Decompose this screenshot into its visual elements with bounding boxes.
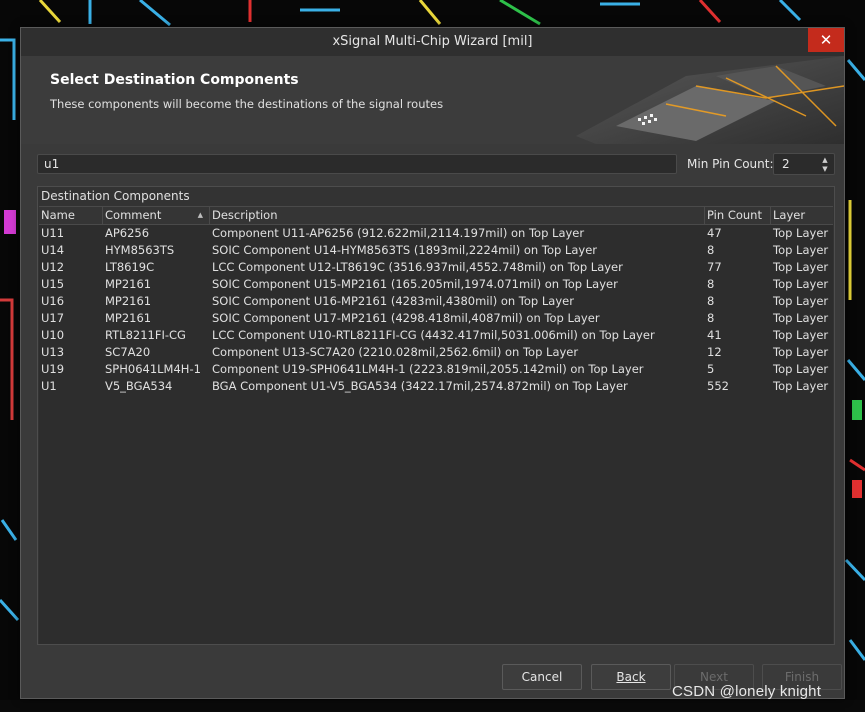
column-header-pin-count[interactable]: Pin Count [705, 207, 771, 224]
cell-layer: Top Layer [773, 277, 829, 291]
cell-name: U19 [41, 362, 65, 376]
cell-comment: MP2161 [105, 311, 152, 325]
table-row[interactable]: U14 HYM8563TS SOIC Component U14-HYM8563TS… [39, 242, 833, 259]
min-pin-count-label: Min Pin Count: [687, 157, 774, 171]
cell-description: SOIC Component U17-MP2161 (4298.418mil,4… [212, 311, 600, 325]
cell-pin-count: 12 [707, 345, 722, 359]
cell-description: Component U13-SC7A20 (2210.028mil,2562.6… [212, 345, 579, 359]
cell-comment: HYM8563TS [105, 243, 175, 257]
cell-pin-count: 8 [707, 277, 715, 291]
cell-layer: Top Layer [773, 328, 829, 342]
back-button-label: Back [616, 670, 646, 684]
cell-comment: SPH0641LM4H-1 [105, 362, 201, 376]
cell-layer: Top Layer [773, 345, 829, 359]
cell-name: U1 [41, 379, 57, 393]
cell-comment: MP2161 [105, 294, 152, 308]
cancel-button[interactable]: Cancel [502, 664, 582, 690]
cell-comment: AP6256 [105, 226, 150, 240]
sort-ascending-icon: ▲ [197, 211, 203, 219]
cell-layer: Top Layer [773, 243, 829, 257]
page-subtitle: These components will become the destina… [50, 97, 444, 111]
table-row[interactable]: U13 SC7A20 Component U13-SC7A20 (2210.028m… [39, 344, 833, 361]
cell-description: LCC Component U10-RTL8211FI-CG (4432.417… [212, 328, 655, 342]
table-row[interactable]: U11 AP6256 Component U11-AP6256 (912.622mi… [39, 225, 833, 242]
cell-name: U12 [41, 260, 65, 274]
wizard-dialog: xSignal Multi-Chip Wizard [mil] ✕ Select… [20, 27, 845, 699]
cell-description: LCC Component U12-LT8619C (3516.937mil,4… [212, 260, 623, 274]
csdn-watermark: CSDN @lonely knight [672, 683, 822, 700]
cell-pin-count: 552 [707, 379, 729, 393]
table-header: Name Comment ▲ Description Pin Count Lay… [39, 207, 833, 225]
table-row[interactable]: U12 LT8619C LCC Component U12-LT8619C (351… [39, 259, 833, 276]
min-pin-count-value: 2 [782, 157, 790, 171]
cell-name: U16 [41, 294, 65, 308]
column-header-comment[interactable]: Comment ▲ [103, 207, 210, 224]
min-pin-count-spinbox[interactable]: 2 ▲ ▼ [773, 153, 835, 175]
cell-comment: V5_BGA534 [105, 379, 173, 393]
cell-pin-count: 47 [707, 226, 722, 240]
wizard-header: Select Destination Components These comp… [21, 56, 844, 144]
cell-description: BGA Component U1-V5_BGA534 (3422.17mil,2… [212, 379, 628, 393]
column-header-comment-label: Comment [105, 208, 162, 222]
cell-description: SOIC Component U14-HYM8563TS (1893mil,22… [212, 243, 597, 257]
cell-description: SOIC Component U16-MP2161 (4283mil,4380m… [212, 294, 574, 308]
close-icon: ✕ [819, 31, 833, 49]
cell-name: U15 [41, 277, 65, 291]
column-header-description[interactable]: Description [210, 207, 705, 224]
cell-comment: LT8619C [105, 260, 155, 274]
page-title: Select Destination Components [50, 72, 299, 88]
cell-description: SOIC Component U15-MP2161 (165.205mil,19… [212, 277, 618, 291]
cell-pin-count: 8 [707, 311, 715, 325]
cell-pin-count: 41 [707, 328, 722, 342]
cell-name: U13 [41, 345, 65, 359]
search-input[interactable] [37, 154, 677, 174]
dialog-title: xSignal Multi-Chip Wizard [mil] [332, 34, 533, 49]
cell-layer: Top Layer [773, 294, 829, 308]
cell-layer: Top Layer [773, 379, 829, 393]
cell-description: Component U19-SPH0641LM4H-1 (2223.819mil… [212, 362, 644, 376]
table-row[interactable]: U16 MP2161 SOIC Component U16-MP2161 (4283… [39, 293, 833, 310]
cell-name: U14 [41, 243, 65, 257]
cell-name: U17 [41, 311, 65, 325]
chip-banner-image [576, 56, 844, 144]
cell-layer: Top Layer [773, 362, 829, 376]
components-table: Name Comment ▲ Description Pin Count Lay… [39, 206, 833, 644]
cell-comment: RTL8211FI-CG [105, 328, 186, 342]
table-row[interactable]: U10 RTL8211FI-CG LCC Component U10-RTL8211… [39, 327, 833, 344]
cell-name: U10 [41, 328, 65, 342]
cell-layer: Top Layer [773, 226, 829, 240]
cell-layer: Top Layer [773, 260, 829, 274]
table-row[interactable]: U17 MP2161 SOIC Component U17-MP2161 (4298… [39, 310, 833, 327]
cell-pin-count: 77 [707, 260, 722, 274]
spin-down-icon[interactable]: ▼ [820, 165, 830, 173]
cell-name: U11 [41, 226, 65, 240]
column-header-layer[interactable]: Layer [771, 207, 833, 224]
group-title: Destination Components [41, 189, 190, 203]
close-button[interactable]: ✕ [808, 28, 844, 52]
cell-comment: SC7A20 [105, 345, 151, 359]
cell-pin-count: 8 [707, 294, 715, 308]
cell-pin-count: 8 [707, 243, 715, 257]
table-row[interactable]: U19 SPH0641LM4H-1 Component U19-SPH0641LM4… [39, 361, 833, 378]
column-header-name[interactable]: Name [39, 207, 103, 224]
back-button[interactable]: Back [591, 664, 671, 690]
cell-description: Component U11-AP6256 (912.622mil,2114.19… [212, 226, 585, 240]
cell-layer: Top Layer [773, 311, 829, 325]
cell-pin-count: 5 [707, 362, 715, 376]
destination-components-group: Destination Components Name Comment ▲ De… [37, 186, 835, 645]
table-row[interactable]: U1 V5_BGA534 BGA Component U1-V5_BGA534 (3… [39, 378, 833, 395]
spin-up-icon[interactable]: ▲ [820, 156, 830, 164]
table-row[interactable]: U15 MP2161 SOIC Component U15-MP2161 (165.… [39, 276, 833, 293]
cell-comment: MP2161 [105, 277, 152, 291]
dialog-titlebar: xSignal Multi-Chip Wizard [mil] [21, 28, 844, 56]
